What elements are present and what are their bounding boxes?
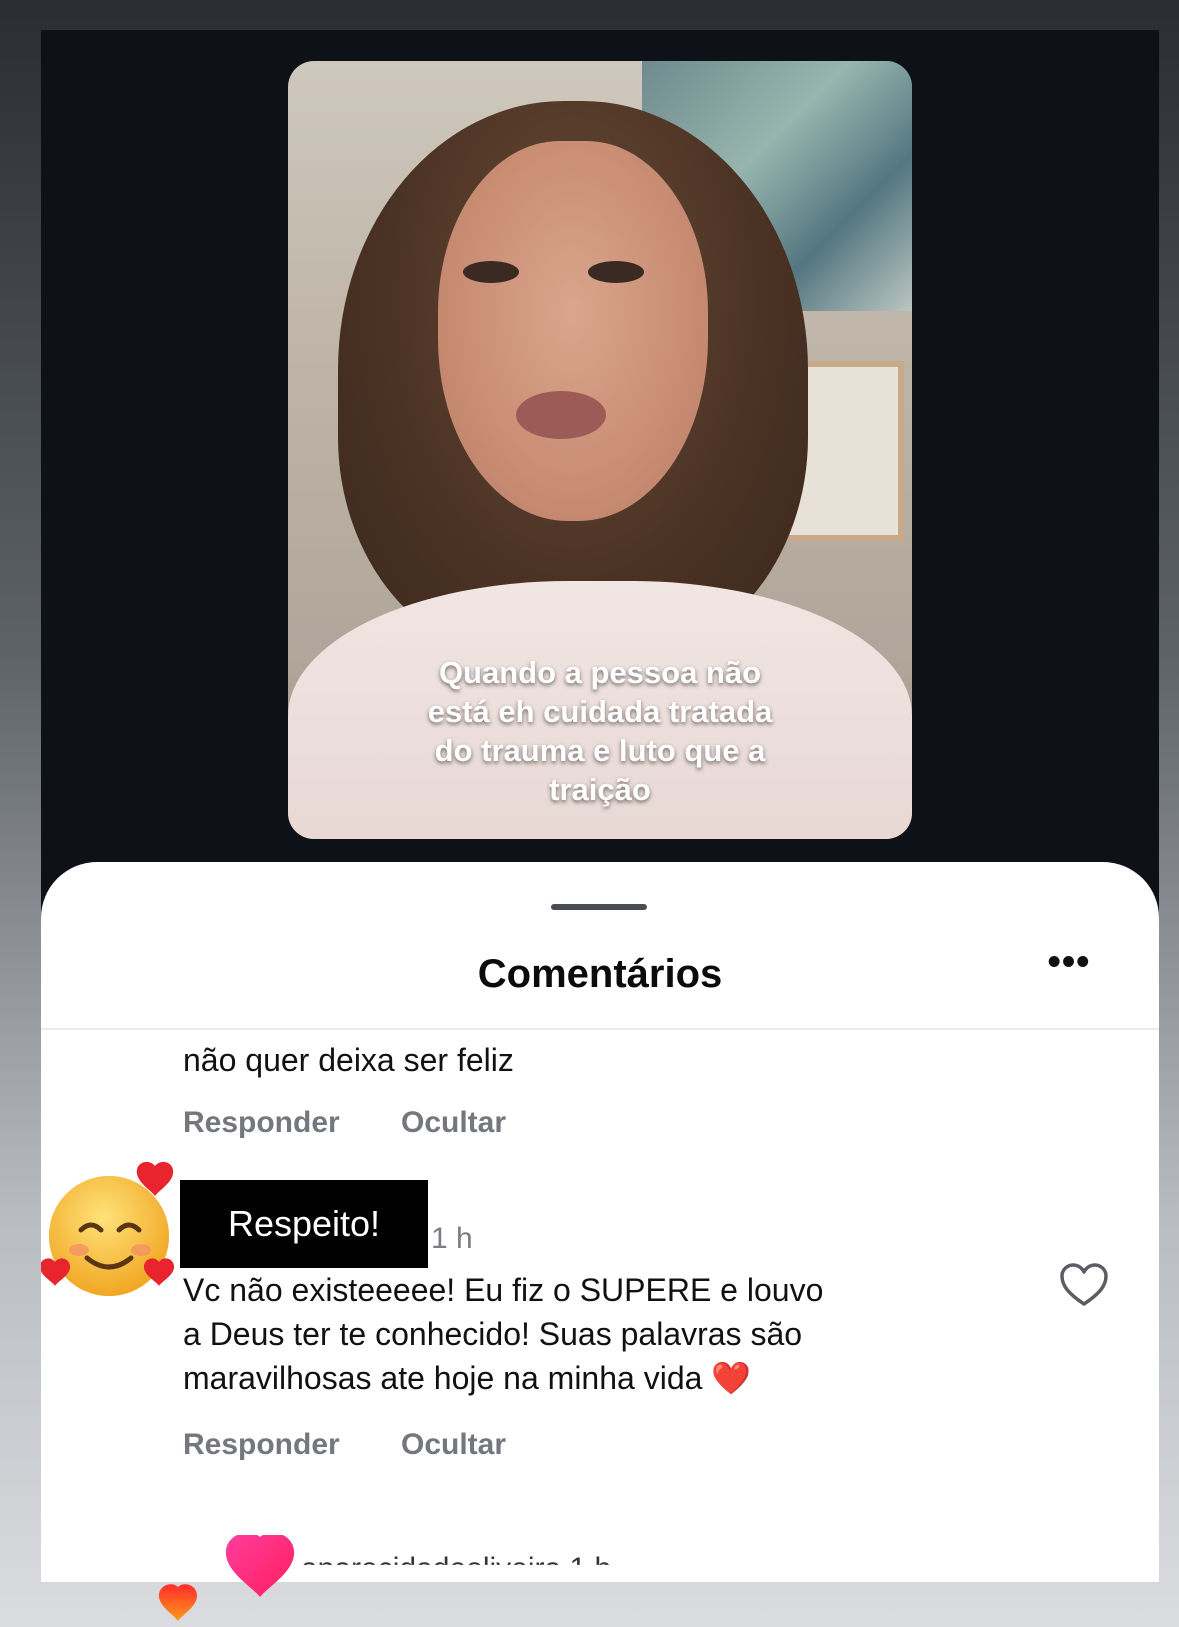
reply-button[interactable]: Responder [183, 1106, 340, 1140]
video-player[interactable]: Quando a pessoa não está eh cuidada trat… [288, 61, 912, 839]
person-mouth [516, 391, 606, 439]
header-divider [41, 1028, 1159, 1030]
app-screen: Quando a pessoa não está eh cuidada trat… [41, 30, 1159, 1582]
comment-time: 1 h [431, 1222, 473, 1255]
person-eye-left [463, 261, 519, 283]
comments-sheet: Comentários ••• não quer deixa ser feliz… [41, 862, 1159, 1582]
reply-button[interactable]: Responder [183, 1428, 340, 1462]
hide-button[interactable]: Ocultar [401, 1106, 506, 1140]
sheet-title: Comentários [477, 952, 723, 996]
person-face [438, 141, 708, 521]
ellipsis-icon: ••• [1047, 941, 1091, 983]
smiling-face-with-hearts-emoji-avatar[interactable] [41, 1158, 177, 1308]
heart-outline-icon[interactable] [1059, 1262, 1109, 1308]
comment-text: não quer deixa ser feliz [183, 1042, 514, 1078]
video-caption: Quando a pessoa não está eh cuidada trat… [427, 655, 773, 807]
next-comment-username: aparecidadeoliveira 1 h [301, 1552, 612, 1582]
person-eye-right [588, 261, 644, 283]
more-options-button[interactable]: ••• [1039, 942, 1099, 992]
sheet-grabber[interactable] [551, 904, 647, 910]
decorative-hearts [158, 1535, 295, 1621]
hide-button[interactable]: Ocultar [401, 1428, 506, 1462]
username-redaction-label: Respeito! [180, 1180, 428, 1268]
comment-text: Vc não existeeeee! Eu fiz o SUPERE e lou… [183, 1272, 824, 1396]
